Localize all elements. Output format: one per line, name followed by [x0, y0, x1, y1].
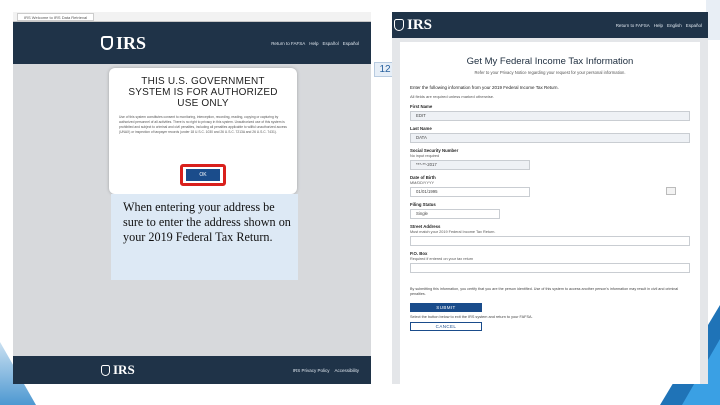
consent-text: By submitting this information, you cert…: [410, 287, 679, 296]
first-name-input[interactable]: EDIT: [410, 111, 690, 121]
dob-input[interactable]: 01/01/1995: [410, 187, 530, 197]
form-subtitle: Refer to your Privacy Notice regarding y…: [474, 70, 626, 75]
footer-irs-logo: IRS: [101, 362, 135, 378]
nav-link-return-fafsa-right[interactable]: Return to FAFSA: [616, 23, 650, 28]
address-tip-text: When entering your address be sure to en…: [123, 200, 291, 244]
dob-label: Date of Birth: [410, 175, 436, 180]
nav-link-help[interactable]: Help: [309, 41, 318, 46]
eagle-icon: [101, 36, 113, 50]
header-nav: Return to FAFSA Help Español Español: [271, 41, 359, 46]
filing-status-label: Filing Status: [410, 202, 436, 207]
address-tip-callout: When entering your address be sure to en…: [111, 194, 298, 280]
ssn-field: Social Security Number No input required…: [410, 148, 690, 170]
required-note: All fields are required unless marked ot…: [410, 94, 495, 99]
nav-link-return-fafsa[interactable]: Return to FAFSA: [271, 41, 305, 46]
first-name-label: First Name: [410, 104, 433, 109]
ok-button-highlight: OK: [180, 164, 226, 186]
footer-links: IRS Privacy Policy Accessibility: [293, 368, 359, 373]
irs-header: IRS Return to FAFSA Help Español Español: [13, 22, 371, 64]
street-address-hint: Must match your 2019 Federal Income Tax …: [410, 230, 496, 234]
notice-title: THIS U.S. GOVERNMENT SYSTEM IS FOR AUTHO…: [128, 76, 278, 109]
footer-logo-text: IRS: [113, 362, 135, 377]
cancel-button[interactable]: CANCEL: [410, 322, 482, 331]
submit-button[interactable]: SUBMIT: [410, 303, 482, 312]
authorized-use-notice: THIS U.S. GOVERNMENT SYSTEM IS FOR AUTHO…: [109, 68, 297, 194]
eagle-icon-right: [394, 19, 404, 31]
irs-header-right: IRS Return to FAFSA Help English Español: [392, 12, 708, 38]
filing-status-select[interactable]: Single: [410, 209, 500, 219]
last-name-label: Last Name: [410, 126, 432, 131]
ssn-hint: No input required: [410, 154, 440, 158]
ssn-input: ***-**-2017: [410, 160, 530, 170]
first-name-field: First Name EDIT: [410, 104, 690, 121]
form-instruction: Enter the following information from you…: [410, 85, 559, 90]
street-address-field: Street Address Must match your 2019 Fede…: [410, 224, 690, 246]
left-screenshot: IRS Welcome to IRS Data Retrieval IRS Re…: [13, 12, 371, 384]
browser-tab-bar: IRS Welcome to IRS Data Retrieval: [13, 12, 371, 22]
header-nav-right: Return to FAFSA Help English Español: [616, 23, 702, 28]
return-note: Select the button below to exit the IRS …: [410, 315, 533, 319]
right-screenshot: IRS Return to FAFSA Help English Español…: [392, 12, 708, 384]
last-name-field: Last Name DATA: [410, 126, 690, 143]
nav-link-espanol[interactable]: Español: [686, 23, 702, 28]
dob-field: Date of Birth MM/DD/YYYY 01/01/1995: [410, 175, 690, 197]
po-box-label: P.O. Box: [410, 251, 428, 256]
nav-link-language-alt[interactable]: Español: [343, 41, 359, 46]
irs-logo-text: IRS: [116, 32, 147, 53]
dob-side-control[interactable]: [666, 187, 676, 195]
irs-footer: IRS IRS Privacy Policy Accessibility: [13, 356, 371, 384]
dob-hint: MM/DD/YYYY: [410, 181, 435, 185]
notice-body: Use of this system constitutes consent t…: [119, 115, 287, 134]
street-address-label: Street Address: [410, 224, 441, 229]
last-name-input[interactable]: DATA: [410, 133, 690, 143]
street-address-input[interactable]: [410, 236, 690, 246]
po-box-hint: Required if entered on your tax return: [410, 257, 474, 261]
filing-status-field: Filing Status Single: [410, 202, 690, 219]
ok-button[interactable]: OK: [186, 169, 220, 181]
po-box-input[interactable]: [410, 263, 690, 273]
irs-logo-right: IRS: [394, 17, 432, 34]
privacy-policy-link[interactable]: IRS Privacy Policy: [293, 368, 330, 373]
accessibility-link[interactable]: Accessibility: [334, 368, 359, 373]
nav-link-language[interactable]: Español: [322, 41, 338, 46]
footer-eagle-icon: [101, 364, 110, 376]
nav-link-help-right[interactable]: Help: [654, 23, 663, 28]
slide-corner-top-right: [706, 0, 720, 40]
tax-info-form: Get My Federal Income Tax Information Re…: [400, 42, 700, 384]
po-box-field: P.O. Box Required if entered on your tax…: [410, 251, 690, 273]
browser-tab[interactable]: IRS Welcome to IRS Data Retrieval: [17, 12, 95, 21]
irs-logo-text-right: IRS: [407, 16, 433, 33]
form-title: Get My Federal Income Tax Information: [466, 56, 634, 67]
ssn-label: Social Security Number: [410, 148, 459, 153]
irs-logo: IRS: [101, 33, 146, 54]
nav-link-english[interactable]: English: [667, 23, 682, 28]
